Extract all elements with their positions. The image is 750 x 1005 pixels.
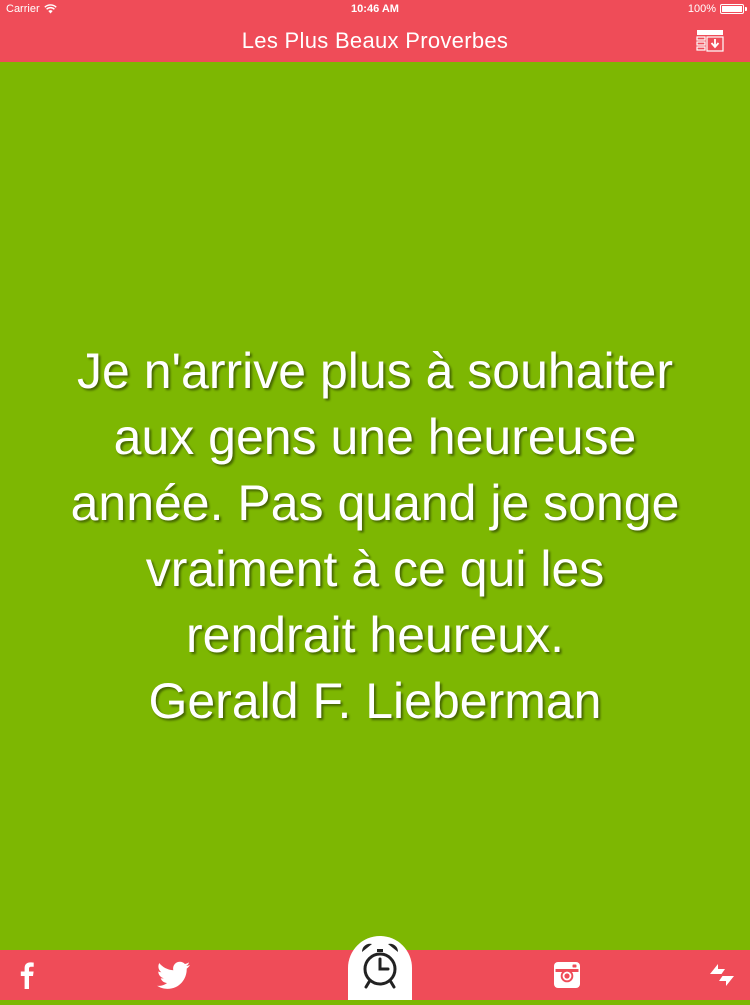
status-time: 10:46 AM bbox=[351, 3, 399, 15]
shuffle-icon bbox=[710, 964, 734, 986]
alarm-button[interactable] bbox=[348, 936, 412, 1000]
shuffle-button[interactable] bbox=[706, 960, 738, 990]
navigation-bar: Les Plus Beaux Proverbes bbox=[0, 20, 750, 62]
instagram-button[interactable] bbox=[552, 960, 582, 990]
twitter-button[interactable] bbox=[156, 960, 192, 990]
quote-panel[interactable]: Je n'arrive plus à souhaiter aux gens un… bbox=[0, 62, 750, 950]
quote-line: vraiment à ce qui les bbox=[145, 541, 605, 597]
facebook-icon bbox=[20, 962, 34, 989]
quote-text: Je n'arrive plus à souhaiter aux gens un… bbox=[0, 338, 750, 734]
battery-indicator: 100% bbox=[687, 3, 747, 15]
twitter-icon bbox=[157, 961, 190, 989]
app-title: Les Plus Beaux Proverbes bbox=[241, 28, 509, 53]
download-list-button[interactable] bbox=[696, 29, 724, 53]
quote-line: Je n'arrive plus à souhaiter bbox=[77, 343, 673, 399]
instagram-icon bbox=[554, 962, 580, 988]
facebook-button[interactable] bbox=[14, 960, 40, 990]
quote-line: année. Pas quand je songe bbox=[70, 475, 680, 531]
alarm-clock-icon bbox=[361, 943, 399, 989]
quote-line: aux gens une heureuse bbox=[113, 409, 637, 465]
quote-line: rendrait heureux. bbox=[185, 607, 564, 663]
battery-percent: 100% bbox=[687, 3, 716, 15]
download-list-icon bbox=[696, 30, 724, 52]
status-bar: Carrier 10:46 AM 100% bbox=[0, 0, 750, 20]
battery-icon bbox=[720, 4, 747, 14]
quote-author: Gerald F. Lieberman bbox=[148, 673, 602, 729]
